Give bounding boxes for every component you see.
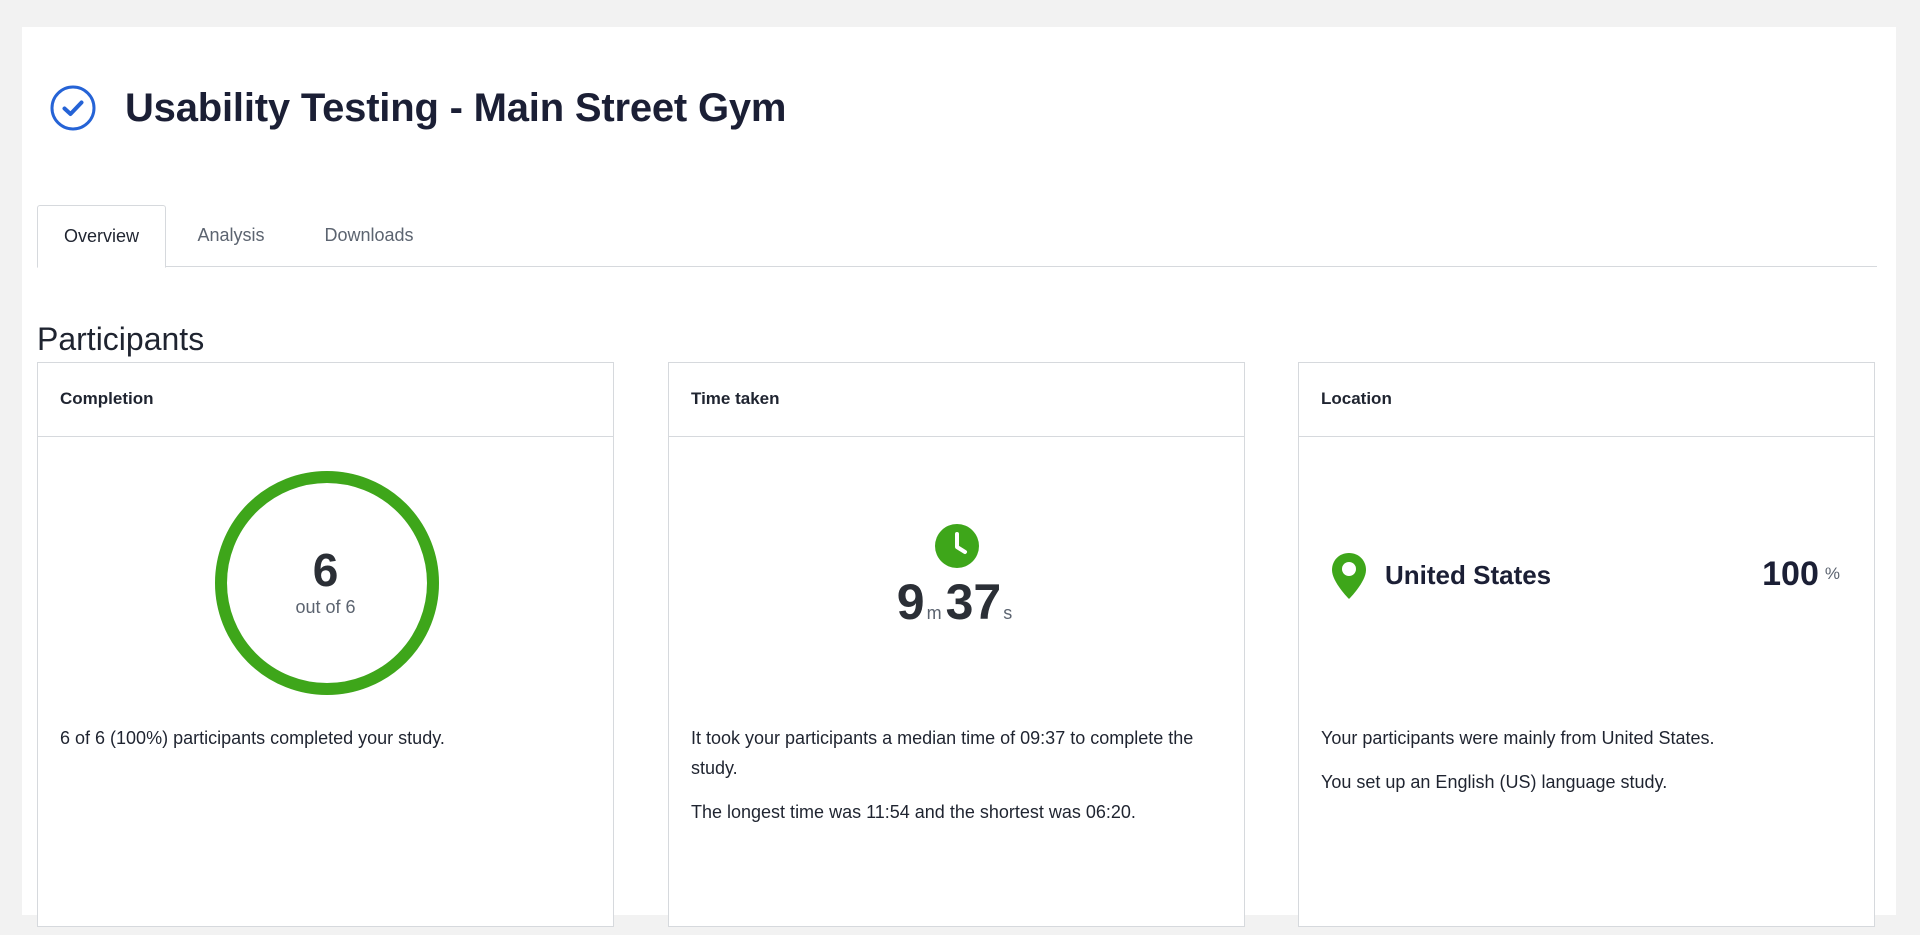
map-pin-icon <box>1332 553 1366 599</box>
tab-downloads[interactable]: Downloads <box>295 205 443 267</box>
location-country: United States <box>1385 560 1552 590</box>
completion-count: 6 <box>312 544 339 596</box>
time-range-text: The longest time was 11:54 and the short… <box>691 802 1136 822</box>
study-page: Usability Testing - Main Street Gym Over… <box>22 27 1896 927</box>
time-taken-card: Time taken 9 m37 s It took your participan… <box>668 362 1245 927</box>
location-percent: 100% <box>1762 555 1840 594</box>
time-seconds-unit: s <box>1003 603 1013 623</box>
completion-card: Completion 6 out of 6 6 of 6 (100%) part… <box>37 362 614 927</box>
language-summary: You set up an English (US) language stud… <box>1321 772 1668 792</box>
location-summary: Your participants were mainly from Unite… <box>1321 728 1715 748</box>
time-minutes: 9 <box>896 574 925 630</box>
page-title: Usability Testing - Main Street Gym <box>125 85 787 130</box>
clock-icon <box>935 524 979 568</box>
tab-bar: Overview Analysis Downloads <box>37 205 1877 268</box>
time-seconds: 37 <box>945 574 1002 630</box>
tab-analysis[interactable]: Analysis <box>171 205 291 267</box>
check-circle-icon <box>50 85 96 131</box>
completion-summary: 6 of 6 (100%) participants completed you… <box>60 728 445 748</box>
location-percent-value: 100 <box>1762 555 1819 593</box>
time-minutes-unit: m <box>926 603 942 623</box>
card-title: Location <box>1299 363 1874 437</box>
section-title: Participants <box>37 321 205 357</box>
study-header: Usability Testing - Main Street Gym <box>49 84 786 132</box>
card-title: Time taken <box>669 363 1244 437</box>
tab-overview[interactable]: Overview <box>37 205 166 268</box>
card-title: Completion <box>38 363 613 437</box>
completion-total: out of 6 <box>295 597 356 617</box>
time-median-text: It took your participants a median time … <box>691 728 1194 778</box>
median-time: 9 m37 s <box>669 573 1244 631</box>
location-percent-unit: % <box>1824 564 1840 583</box>
location-card: Location United States 100% Your partici… <box>1298 362 1875 927</box>
